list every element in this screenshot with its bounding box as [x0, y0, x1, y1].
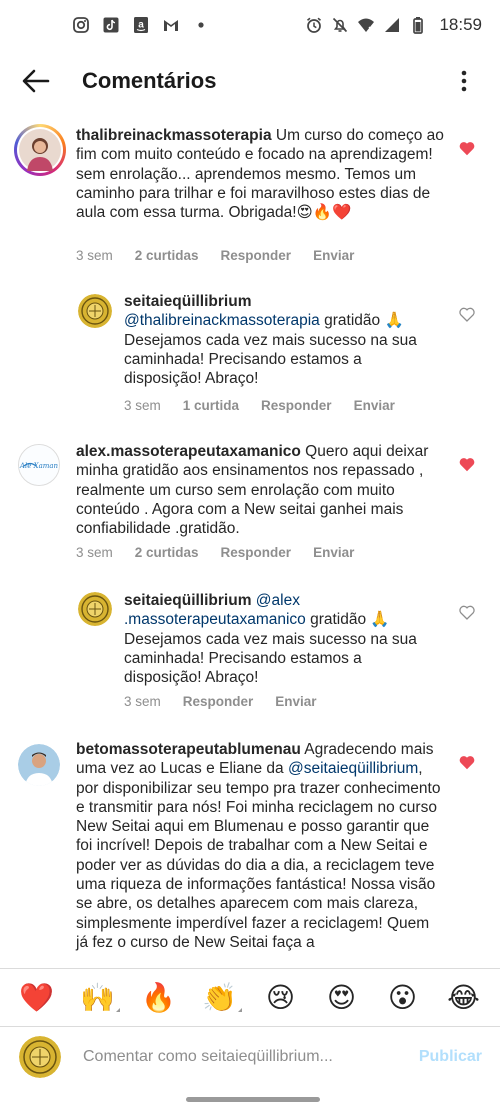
seal-logo-icon	[19, 1035, 61, 1078]
reply-button[interactable]: Responder	[261, 398, 332, 413]
send-button[interactable]: Enviar	[275, 694, 316, 709]
reply-button[interactable]: Responder	[221, 248, 292, 263]
comment-composer: Publicar	[0, 1026, 500, 1086]
app-header: Comentários	[0, 50, 500, 112]
profile-photo-icon	[18, 744, 60, 786]
reply-item: seitaieqüillibrium @alex .massoterapeuta…	[0, 586, 500, 716]
gmail-icon	[162, 16, 180, 34]
send-button[interactable]: Enviar	[313, 545, 354, 560]
dot-icon	[192, 16, 210, 34]
status-bar: a 18:59	[0, 0, 500, 50]
post-button[interactable]: Publicar	[419, 1048, 482, 1066]
comment-content: , por disponibilizar seu tempo pra traze…	[76, 760, 441, 951]
seal-logo-icon	[78, 592, 112, 626]
emoji-glyph: 🙌	[80, 982, 115, 1013]
emoji-fire[interactable]: 🔥	[139, 981, 179, 1014]
reply-button[interactable]: Responder	[183, 694, 254, 709]
signal-icon	[383, 16, 401, 34]
comment-item: Ale Xaman alex.massoterapeutaxamanico Qu…	[0, 436, 500, 576]
emoji-clapping[interactable]: 👏	[200, 981, 242, 1014]
skin-tone-indicator	[115, 1008, 120, 1012]
mute-icon	[331, 16, 349, 34]
send-button[interactable]: Enviar	[313, 248, 354, 263]
wifi-icon	[357, 16, 375, 34]
comment-meta: 3 sem Responder Enviar	[124, 694, 339, 709]
comment-time: 3 sem	[76, 545, 113, 560]
like-button[interactable]	[455, 452, 479, 476]
emoji-raising-hands[interactable]: 🙌	[78, 981, 120, 1014]
comment-username[interactable]: seitaieqüillibrium	[124, 293, 251, 310]
comment-time: 3 sem	[124, 694, 161, 709]
emoji-surprised[interactable]: 😮	[383, 981, 423, 1014]
instagram-icon	[72, 16, 90, 34]
back-arrow-icon	[22, 69, 50, 93]
comment-username[interactable]: betomassoterapeutablumenau	[76, 741, 301, 758]
tiktok-icon	[102, 16, 120, 34]
emoji-crying[interactable]: 😢	[261, 981, 301, 1014]
comment-item: thalibreinackmassoterapia Um curso do co…	[0, 118, 500, 278]
comment-meta: 3 sem 1 curtida Responder Enviar	[124, 398, 417, 413]
reply-item: seitaieqüillibrium @thalibreinackmassote…	[0, 288, 500, 423]
profile-logo-icon: Ale Xaman	[19, 445, 59, 485]
comment-username[interactable]: alex.massoterapeutaxamanico	[76, 443, 301, 460]
comment-text: alex.massoterapeutaxamanico Quero aqui d…	[76, 442, 454, 538]
avatar-logo-text: Ale Xaman	[19, 462, 59, 470]
comment-username[interactable]: seitaieqüillibrium	[124, 592, 251, 609]
more-options-button[interactable]	[438, 55, 490, 107]
amazon-icon: a	[132, 16, 150, 34]
comment-time: 3 sem	[76, 248, 113, 263]
emoji-glyph: 👏	[202, 982, 237, 1013]
comment-text: seitaieqüillibrium @alex .massoterapeuta…	[124, 591, 442, 687]
status-system: 18:59	[305, 15, 482, 35]
comment-input[interactable]	[83, 1047, 398, 1066]
avatar[interactable]	[78, 592, 112, 626]
comment-text: seitaieqüillibrium @thalibreinackmassote…	[124, 292, 442, 388]
comment-username[interactable]: thalibreinackmassoterapia	[76, 127, 272, 144]
heart-outline-icon	[459, 605, 475, 620]
heart-outline-icon	[459, 307, 475, 322]
svg-text:a: a	[138, 20, 144, 31]
comment-item: betomassoterapeutablumenau Agradecendo m…	[0, 732, 500, 968]
like-button[interactable]	[455, 750, 479, 774]
comment-text: betomassoterapeutablumenau Agradecendo m…	[76, 740, 444, 952]
status-time: 18:59	[439, 15, 482, 34]
heart-filled-icon	[459, 141, 475, 155]
page-title: Comentários	[82, 68, 217, 93]
more-vertical-icon	[461, 70, 467, 92]
avatar[interactable]	[14, 124, 66, 176]
emoji-quick-reactions: ❤️ 🙌 🔥 👏 😢 😍 😮 😂	[0, 968, 500, 1026]
reply-button[interactable]: Responder	[221, 545, 292, 560]
emoji-tears-of-joy[interactable]: 😂	[444, 981, 484, 1014]
current-user-avatar	[19, 1035, 61, 1078]
like-button[interactable]	[455, 136, 479, 160]
back-button[interactable]	[6, 51, 66, 111]
heart-filled-icon	[459, 755, 475, 769]
comment-text: thalibreinackmassoterapia Um curso do co…	[76, 126, 454, 222]
heart-filled-icon	[459, 457, 475, 471]
likes-count[interactable]: 2 curtidas	[135, 545, 199, 560]
likes-count[interactable]: 1 curtida	[183, 398, 239, 413]
like-button[interactable]	[455, 600, 479, 624]
like-button[interactable]	[455, 302, 479, 326]
emoji-heart[interactable]: ❤️	[17, 981, 57, 1014]
alarm-icon	[305, 16, 323, 34]
seal-logo-icon	[78, 294, 112, 328]
skin-tone-indicator	[237, 1008, 242, 1012]
mention-link[interactable]: @seitaieqüillibrium	[288, 760, 418, 777]
battery-icon	[409, 16, 427, 34]
profile-photo-icon	[19, 129, 61, 171]
avatar[interactable]	[78, 294, 112, 328]
comments-list[interactable]: thalibreinackmassoterapia Um curso do co…	[0, 118, 500, 968]
send-button[interactable]: Enviar	[354, 398, 395, 413]
status-notifications: a	[72, 16, 210, 34]
likes-count[interactable]: 2 curtidas	[135, 248, 199, 263]
avatar[interactable]	[18, 744, 60, 786]
avatar[interactable]: Ale Xaman	[18, 444, 60, 486]
comment-meta: 3 sem 2 curtidas Responder Enviar	[76, 248, 376, 263]
mention-link[interactable]: @thalibreinackmassoterapia	[124, 312, 320, 329]
emoji-heart-eyes[interactable]: 😍	[322, 981, 362, 1014]
gesture-nav-handle[interactable]	[186, 1097, 320, 1102]
comment-time: 3 sem	[124, 398, 161, 413]
comment-meta: 3 sem 2 curtidas Responder Enviar	[76, 545, 376, 560]
